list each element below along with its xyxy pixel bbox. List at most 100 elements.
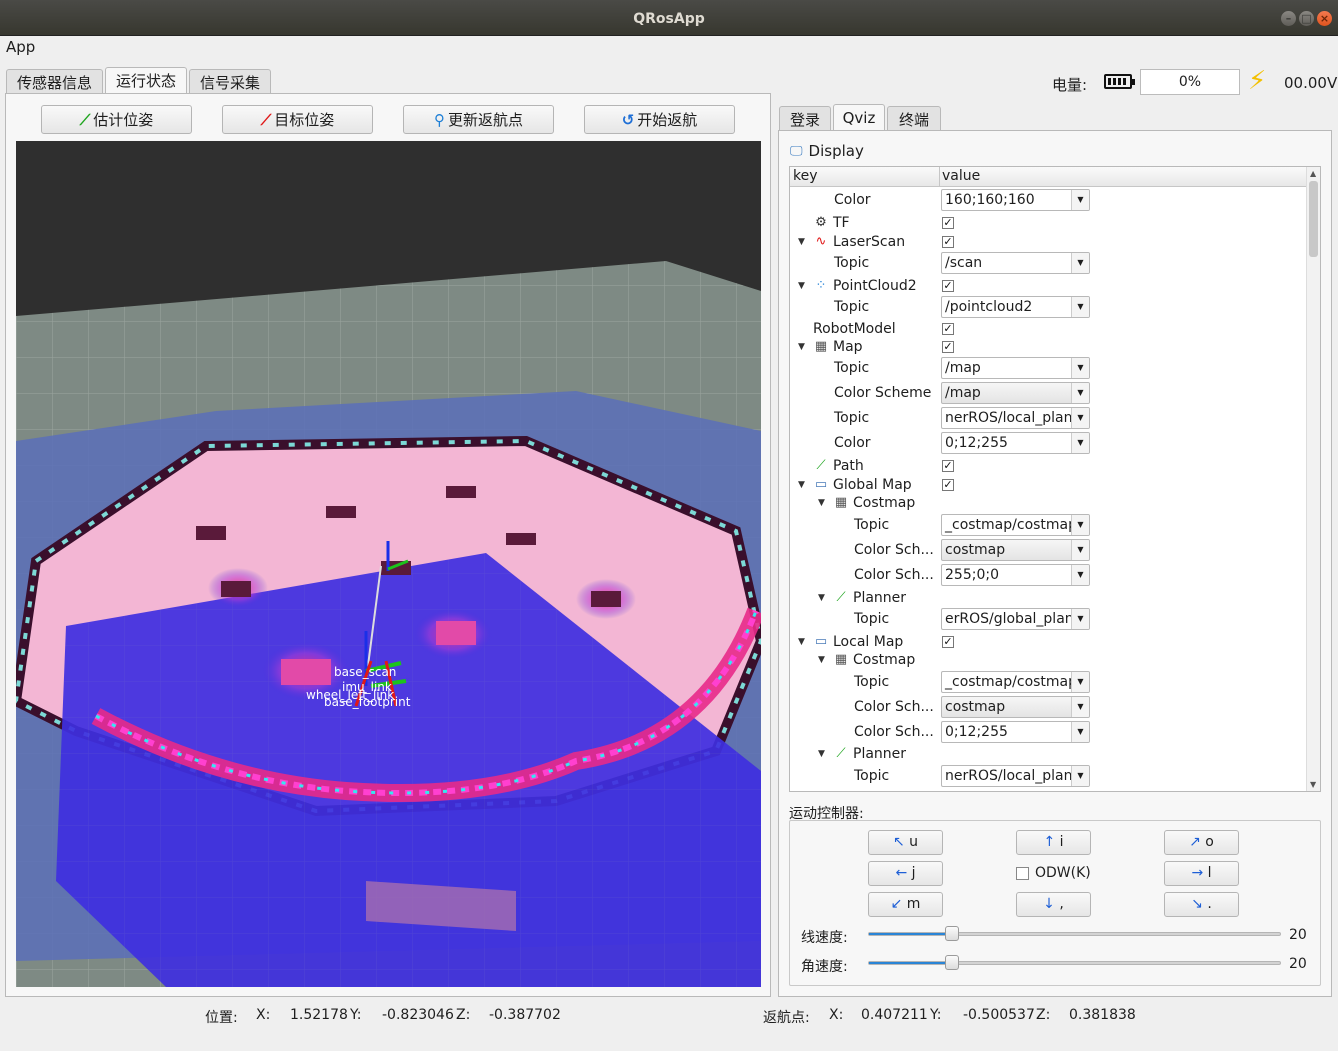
tree-row[interactable]: Color Sch... costmap ▼ (790, 539, 1306, 561)
goal-pose-button[interactable]: ⟋ 目标位姿 (222, 105, 373, 134)
chevron-down-icon[interactable]: ▼ (1071, 722, 1089, 742)
chevron-down-icon[interactable]: ▼ (1071, 190, 1089, 210)
chevron-down-icon[interactable]: ▼ (1071, 697, 1089, 717)
rviz-3d-view[interactable]: base_scan imu_link wheel_left_link base_… (16, 141, 761, 987)
tree-row[interactable]: ▼ ⟋ Planner (790, 587, 1306, 609)
angular-speed-handle[interactable] (944, 955, 959, 970)
value-combobox[interactable]: 255;0;0 ▼ (941, 564, 1090, 586)
key-l-button[interactable]: → l (1164, 861, 1239, 886)
tab-qviz[interactable]: Qviz (833, 104, 885, 132)
enable-checkbox[interactable]: ✓ (942, 217, 954, 229)
chevron-down-icon[interactable]: ▼ (1071, 297, 1089, 317)
value-combobox[interactable]: /pointcloud2 ▼ (941, 296, 1090, 318)
value-combobox[interactable]: nerROS/local_plan ▼ (941, 407, 1090, 429)
tree-row[interactable]: ▼ ⟋ Planner (790, 743, 1306, 765)
menu-app[interactable]: App (6, 38, 35, 56)
enable-checkbox[interactable]: ✓ (942, 323, 954, 335)
tree-row[interactable]: Topic _costmap/costmap ▼ (790, 514, 1306, 536)
value-combobox[interactable]: /scan ▼ (941, 252, 1090, 274)
tree-row[interactable]: Topic erROS/global_plan ▼ (790, 608, 1306, 630)
key-i-button[interactable]: ↑ i (1016, 830, 1091, 855)
tab-sensor-info[interactable]: 传感器信息 (6, 69, 103, 95)
value-combobox[interactable]: nerROS/local_plan ▼ (941, 765, 1090, 787)
estimate-pose-button[interactable]: ⟋ 估计位姿 (41, 105, 192, 134)
expand-arrow-icon[interactable]: ▼ (798, 281, 805, 291)
expand-arrow-icon[interactable]: ▼ (798, 637, 805, 647)
tree-row[interactable]: Topic nerROS/local_plan ▼ (790, 765, 1306, 787)
tab-signal-collect[interactable]: 信号采集 (189, 69, 271, 95)
odw-checkbox[interactable] (1016, 866, 1029, 880)
display-tree[interactable]: key value Color 160;160;160 ▼ ⚙ TF ✓ ▼ ∿ LaserSc… (789, 166, 1321, 792)
value-combobox[interactable]: 160;160;160 ▼ (941, 189, 1090, 211)
chevron-down-icon[interactable]: ▼ (1071, 766, 1089, 786)
update-return-point-button[interactable]: ⚲ 更新返航点 (403, 105, 554, 134)
linear-speed-slider[interactable] (868, 926, 1281, 941)
tree-row[interactable]: ▼ ▦ Costmap (790, 492, 1306, 514)
tree-row[interactable]: ▼ ▦ Map ✓ (790, 336, 1306, 358)
tree-scrollbar[interactable]: ▲ ▼ (1306, 167, 1320, 791)
chevron-down-icon[interactable]: ▼ (1071, 515, 1089, 535)
tree-row[interactable]: Color 0;12;255 ▼ (790, 432, 1306, 454)
tree-row[interactable]: Topic _costmap/costmap ▼ (790, 671, 1306, 693)
tree-row[interactable]: Topic/scan ▼ (790, 252, 1306, 274)
expand-arrow-icon[interactable]: ▼ (798, 342, 805, 352)
odw-toggle[interactable]: ODW(K) (1016, 865, 1091, 881)
tree-row[interactable]: Topic/map ▼ (790, 357, 1306, 379)
chevron-down-icon[interactable]: ▼ (1071, 383, 1089, 403)
chevron-down-icon[interactable]: ▼ (1071, 358, 1089, 378)
chevron-down-icon[interactable]: ▼ (1071, 253, 1089, 273)
chevron-down-icon[interactable]: ▼ (1071, 540, 1089, 560)
value-combobox[interactable]: costmap ▼ (941, 696, 1090, 718)
expand-arrow-icon[interactable]: ▼ (818, 498, 825, 508)
chevron-down-icon[interactable]: ▼ (1071, 408, 1089, 428)
tree-row[interactable]: ▼ ∿ LaserScan ✓ (790, 231, 1306, 253)
expand-arrow-icon[interactable]: ▼ (798, 237, 805, 247)
key-j-button[interactable]: ← j (868, 861, 943, 886)
enable-checkbox[interactable]: ✓ (942, 636, 954, 648)
maximize-icon[interactable]: □ (1299, 11, 1314, 26)
enable-checkbox[interactable]: ✓ (942, 479, 954, 491)
tree-row[interactable]: ▼ ▦ Costmap (790, 649, 1306, 671)
chevron-down-icon[interactable]: ▼ (1071, 433, 1089, 453)
tree-row[interactable]: ▼ ⁘ PointCloud2 ✓ (790, 275, 1306, 297)
start-return-button[interactable]: ↺ 开始返航 (584, 105, 735, 134)
value-combobox[interactable]: /map ▼ (941, 357, 1090, 379)
close-icon[interactable]: × (1317, 11, 1332, 26)
value-combobox[interactable]: costmap ▼ (941, 539, 1090, 561)
chevron-down-icon[interactable]: ▼ (1071, 672, 1089, 692)
key-period-button[interactable]: ↘ . (1164, 892, 1239, 917)
key-o-button[interactable]: ↗ o (1164, 830, 1239, 855)
key-comma-button[interactable]: ↓ , (1016, 892, 1091, 917)
key-u-button[interactable]: ↖ u (868, 830, 943, 855)
chevron-down-icon[interactable]: ▼ (1071, 609, 1089, 629)
angular-speed-slider[interactable] (868, 955, 1281, 970)
tab-run-status[interactable]: 运行状态 (105, 67, 187, 95)
value-combobox[interactable]: 0;12;255 ▼ (941, 721, 1090, 743)
value-combobox[interactable]: _costmap/costmap ▼ (941, 514, 1090, 536)
enable-checkbox[interactable]: ✓ (942, 460, 954, 472)
tree-row[interactable]: Topic nerROS/local_plan ▼ (790, 407, 1306, 429)
tab-terminal[interactable]: 终端 (887, 106, 941, 132)
tab-login[interactable]: 登录 (779, 106, 831, 132)
minimize-icon[interactable]: – (1281, 11, 1296, 26)
value-combobox[interactable]: /map ▼ (941, 382, 1090, 404)
value-combobox[interactable]: 0;12;255 ▼ (941, 432, 1090, 454)
enable-checkbox[interactable]: ✓ (942, 341, 954, 353)
tree-row[interactable]: Color Sch... 0;12;255 ▼ (790, 721, 1306, 743)
value-combobox[interactable]: erROS/global_plan ▼ (941, 608, 1090, 630)
key-m-button[interactable]: ↙ m (868, 892, 943, 917)
enable-checkbox[interactable]: ✓ (942, 280, 954, 292)
expand-arrow-icon[interactable]: ▼ (818, 655, 825, 665)
tree-row[interactable]: Topic/pointcloud2 ▼ (790, 296, 1306, 318)
tree-row[interactable]: Color Sch... costmap ▼ (790, 696, 1306, 718)
enable-checkbox[interactable]: ✓ (942, 236, 954, 248)
value-combobox[interactable]: _costmap/costmap ▼ (941, 671, 1090, 693)
tree-row[interactable]: Color Scheme/map ▼ (790, 382, 1306, 404)
tree-row[interactable]: Color 160;160;160 ▼ (790, 189, 1306, 211)
tree-row[interactable]: Color Sch... 255;0;0 ▼ (790, 564, 1306, 586)
expand-arrow-icon[interactable]: ▼ (818, 593, 825, 603)
linear-speed-handle[interactable] (944, 926, 959, 941)
expand-arrow-icon[interactable]: ▼ (798, 480, 805, 490)
expand-arrow-icon[interactable]: ▼ (818, 749, 825, 759)
chevron-down-icon[interactable]: ▼ (1071, 565, 1089, 585)
